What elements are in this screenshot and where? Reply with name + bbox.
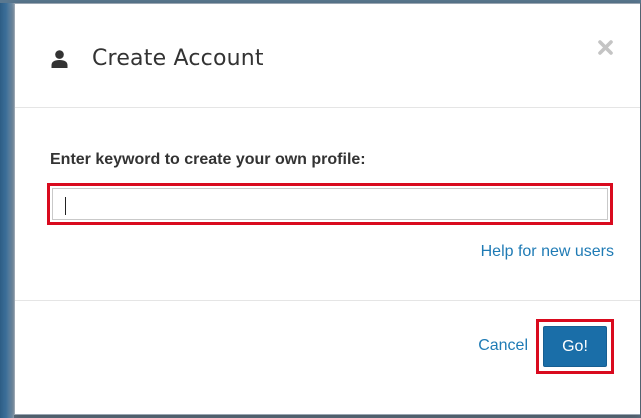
keyword-input-highlight xyxy=(47,183,613,225)
cancel-link[interactable]: Cancel xyxy=(478,336,528,356)
go-button-highlight: Go! xyxy=(536,319,614,374)
close-icon[interactable] xyxy=(597,39,614,56)
dialog-title: Create Account xyxy=(92,46,264,71)
user-icon xyxy=(51,50,68,68)
keyword-label: Enter keyword to create your own profile… xyxy=(50,151,366,168)
go-button[interactable]: Go! xyxy=(543,326,607,367)
dialog-body: Enter keyword to create your own profile… xyxy=(15,108,640,301)
keyword-input[interactable] xyxy=(52,188,608,220)
help-for-new-users-link[interactable]: Help for new users xyxy=(481,242,614,262)
create-account-dialog: Create Account Enter keyword to create y… xyxy=(14,3,640,415)
dialog-header: Create Account xyxy=(15,4,640,108)
page-backdrop xyxy=(0,0,14,418)
dialog-footer: Cancel Go! xyxy=(15,300,640,416)
